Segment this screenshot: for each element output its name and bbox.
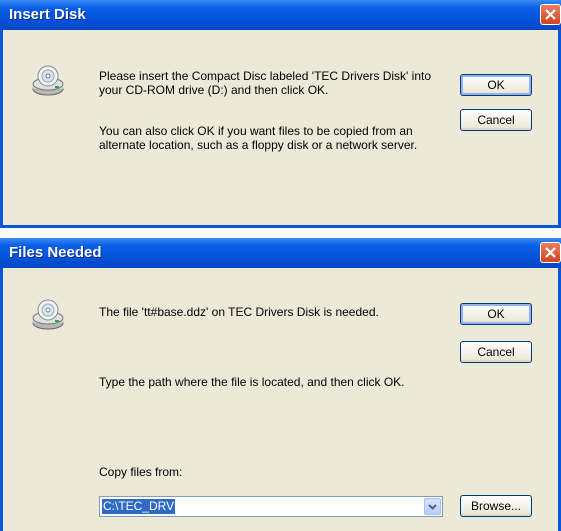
chevron-down-icon bbox=[428, 504, 437, 510]
dialog-title: Insert Disk bbox=[9, 6, 86, 23]
close-icon bbox=[545, 9, 556, 20]
title-bar[interactable]: Files Needed bbox=[0, 238, 561, 268]
cancel-button[interactable]: Cancel bbox=[460, 109, 532, 131]
close-icon bbox=[545, 247, 556, 258]
ok-button[interactable]: OK bbox=[460, 74, 532, 96]
copy-from-input[interactable]: C:\TEC_DRV bbox=[102, 499, 176, 514]
dialog-title: Files Needed bbox=[9, 244, 102, 261]
cancel-button[interactable]: Cancel bbox=[460, 341, 532, 363]
cd-drive-icon bbox=[32, 65, 64, 96]
cd-drive-icon bbox=[32, 299, 64, 330]
close-button[interactable] bbox=[540, 4, 561, 25]
file-needed-message: The file 'tt#base.ddz' on TEC Drivers Di… bbox=[99, 305, 379, 319]
dropdown-button[interactable] bbox=[424, 498, 441, 515]
alternate-location-hint: You can also click OK if you want files … bbox=[99, 124, 418, 152]
insert-disk-dialog: Insert Disk Please insert the Compact Di… bbox=[0, 0, 561, 228]
close-button[interactable] bbox=[540, 242, 561, 263]
window-border bbox=[0, 225, 561, 228]
path-hint: Type the path where the file is located,… bbox=[99, 375, 405, 389]
title-bar[interactable]: Insert Disk bbox=[0, 0, 561, 30]
copy-from-combobox[interactable]: C:\TEC_DRV bbox=[99, 496, 443, 517]
ok-button[interactable]: OK bbox=[460, 303, 532, 325]
browse-button[interactable]: Browse... bbox=[460, 495, 532, 517]
insert-disk-message: Please insert the Compact Disc labeled '… bbox=[99, 69, 432, 97]
copy-from-label: Copy files from: bbox=[99, 465, 183, 479]
files-needed-dialog: Files Needed The file 'tt#base.ddz' on T… bbox=[0, 238, 561, 531]
